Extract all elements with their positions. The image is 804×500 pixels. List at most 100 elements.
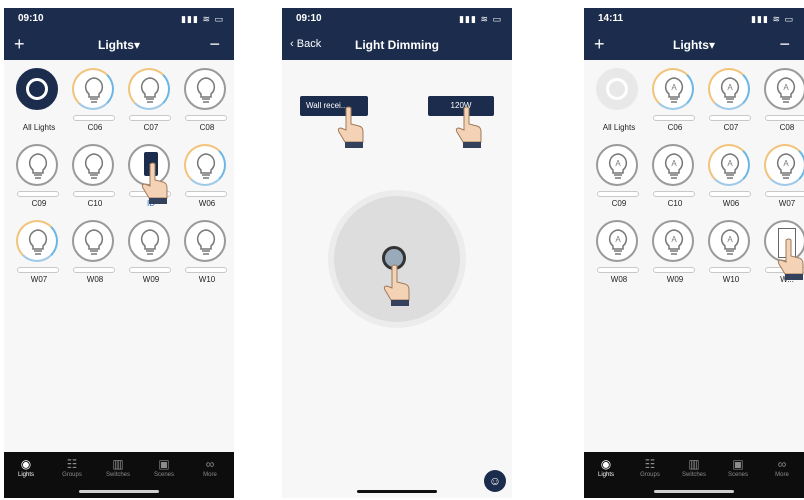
light-tile[interactable]: A C07 xyxy=(704,68,758,146)
brightness-bar[interactable] xyxy=(73,115,115,121)
bulb-button[interactable] xyxy=(184,220,226,262)
brightness-bar[interactable] xyxy=(709,115,751,121)
brightness-bar[interactable] xyxy=(653,115,695,121)
tab-lights[interactable]: ◉ Lights xyxy=(4,456,48,478)
light-tile[interactable]: ID xyxy=(124,144,178,222)
pointing-hand-icon xyxy=(777,238,804,280)
light-tile[interactable]: W10 xyxy=(180,220,234,298)
tab-icon: ▣ xyxy=(158,457,170,471)
bulb-button[interactable]: A xyxy=(764,144,804,186)
light-tile[interactable]: W09 xyxy=(124,220,178,298)
page-title: Light Dimming xyxy=(355,38,439,52)
bulb-button[interactable]: A xyxy=(596,220,638,262)
bulb-icon: A xyxy=(776,77,796,103)
top-bar: 09:10 ▮▮▮ ≋ ▭ + Lights▾ − xyxy=(4,8,234,60)
brightness-bar[interactable] xyxy=(597,267,639,273)
brightness-bar[interactable] xyxy=(129,267,171,273)
bulb-button[interactable] xyxy=(16,220,58,262)
light-tile[interactable]: W... xyxy=(760,220,804,298)
brightness-bar[interactable] xyxy=(73,267,115,273)
bulb-button[interactable]: A xyxy=(708,144,750,186)
bulb-button[interactable]: A xyxy=(652,68,694,110)
tab-icon: ▥ xyxy=(688,457,700,471)
brightness-bar[interactable] xyxy=(653,191,695,197)
tab-label: Groups xyxy=(62,472,82,478)
pointing-hand-icon xyxy=(141,162,168,204)
bulb-button[interactable] xyxy=(596,68,638,110)
light-tile[interactable]: W07 xyxy=(12,220,66,298)
light-tile[interactable]: C10 xyxy=(68,144,122,222)
brightness-bar[interactable] xyxy=(597,191,639,197)
light-tile[interactable]: C07 xyxy=(124,68,178,146)
brightness-bar[interactable] xyxy=(17,191,59,197)
brightness-bar[interactable] xyxy=(129,115,171,121)
tab-switches[interactable]: ▥ Switches xyxy=(672,456,716,478)
bulb-button[interactable]: A xyxy=(764,68,804,110)
light-tile[interactable]: A W08 xyxy=(592,220,646,298)
bulb-button[interactable] xyxy=(184,68,226,110)
home-indicator xyxy=(357,490,437,493)
motion-sensor-icon[interactable]: ☺ xyxy=(484,470,506,492)
bulb-button[interactable]: A xyxy=(652,220,694,262)
light-tile[interactable]: A C06 xyxy=(648,68,702,146)
tab-groups[interactable]: ☷ Groups xyxy=(50,456,94,478)
bulb-button[interactable]: A xyxy=(596,144,638,186)
bulb-button[interactable] xyxy=(72,220,114,262)
bulb-button[interactable]: A xyxy=(652,144,694,186)
tab-scenes[interactable]: ▣ Scenes xyxy=(716,456,760,478)
lights-dropdown[interactable]: Lights▾ xyxy=(584,38,804,52)
bulb-icon xyxy=(196,77,216,103)
bulb-icon: A xyxy=(720,153,740,179)
light-tile[interactable]: W06 xyxy=(180,144,234,222)
light-tile[interactable]: A C09 xyxy=(592,144,646,222)
light-label: C08 xyxy=(199,123,215,132)
tab-more[interactable]: ∞ More xyxy=(188,456,232,478)
light-tile[interactable]: A C08 xyxy=(760,68,804,146)
light-tile[interactable]: All Lights xyxy=(592,68,646,146)
bulb-button[interactable] xyxy=(128,68,170,110)
bulb-icon xyxy=(84,229,104,255)
brightness-bar[interactable] xyxy=(653,267,695,273)
tab-more[interactable]: ∞ More xyxy=(760,456,804,478)
light-tile[interactable]: A W06 xyxy=(704,144,758,222)
home-indicator xyxy=(79,490,159,493)
brightness-bar[interactable] xyxy=(17,267,59,273)
bulb-button[interactable] xyxy=(72,68,114,110)
bulb-button[interactable] xyxy=(16,144,58,186)
tab-groups[interactable]: ☷ Groups xyxy=(628,456,672,478)
light-tile[interactable]: C09 xyxy=(12,144,66,222)
bulb-icon: A xyxy=(776,153,796,179)
light-tile[interactable]: C06 xyxy=(68,68,122,146)
brightness-bar[interactable] xyxy=(709,267,751,273)
tab-bar: ◉ Lights ☷ Groups ▥ Switches ▣ Scenes ∞ More xyxy=(584,452,804,498)
light-tile[interactable]: A W07 xyxy=(760,144,804,222)
tab-lights[interactable]: ◉ Lights xyxy=(584,456,628,478)
bulb-icon: A xyxy=(664,229,684,255)
brightness-bar[interactable] xyxy=(185,115,227,121)
bulb-button[interactable] xyxy=(184,144,226,186)
brightness-bar[interactable] xyxy=(73,191,115,197)
bulb-icon: A xyxy=(720,229,740,255)
tab-scenes[interactable]: ▣ Scenes xyxy=(142,456,186,478)
lights-dropdown[interactable]: Lights▾ xyxy=(4,38,234,52)
brightness-bar[interactable] xyxy=(765,191,804,197)
tab-switches[interactable]: ▥ Switches xyxy=(96,456,140,478)
light-tile[interactable]: C08 xyxy=(180,68,234,146)
remove-button[interactable]: − xyxy=(779,34,790,54)
light-tile[interactable]: A W09 xyxy=(648,220,702,298)
brightness-bar[interactable] xyxy=(185,191,227,197)
bulb-button[interactable] xyxy=(16,68,58,110)
light-tile[interactable]: A C10 xyxy=(648,144,702,222)
svg-text:A: A xyxy=(783,159,789,168)
light-tile[interactable]: W08 xyxy=(68,220,122,298)
bulb-button[interactable] xyxy=(128,220,170,262)
bulb-button[interactable]: A xyxy=(708,68,750,110)
light-tile[interactable]: A W10 xyxy=(704,220,758,298)
bulb-button[interactable]: A xyxy=(708,220,750,262)
bulb-button[interactable] xyxy=(72,144,114,186)
light-tile[interactable]: All Lights xyxy=(12,68,66,146)
brightness-bar[interactable] xyxy=(709,191,751,197)
remove-button[interactable]: − xyxy=(209,34,220,54)
brightness-bar[interactable] xyxy=(765,115,804,121)
brightness-bar[interactable] xyxy=(185,267,227,273)
